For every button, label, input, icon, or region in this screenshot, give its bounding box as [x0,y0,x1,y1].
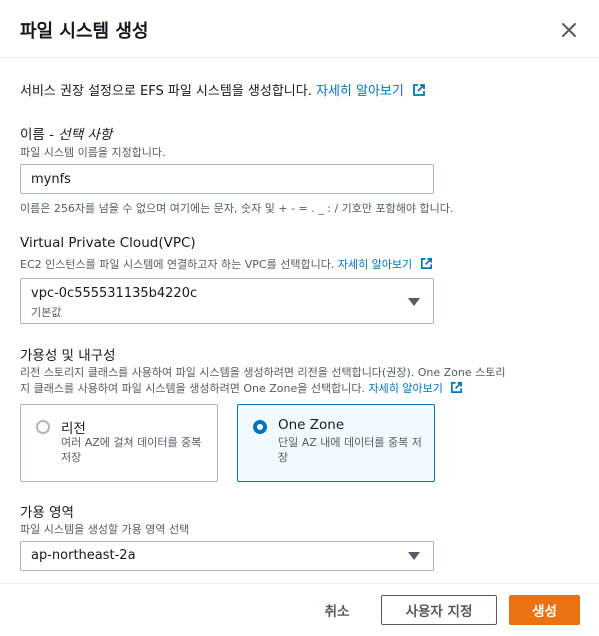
tile-one-zone-description: 단일 AZ 내에 데이터를 중복 저장 [278,436,422,464]
az-description: 파일 시스템을 생성할 가용 영역 선택 [20,523,190,536]
radio-regional[interactable] [36,420,50,434]
tile-one-zone-label: One Zone [278,417,345,433]
external-link-icon[interactable] [450,381,463,397]
vpc-description: EC2 인스턴스를 파일 시스템에 연결하고자 하는 VPC를 선택합니다. 자… [20,256,433,273]
name-label: 이름 - 선택 사항 [20,127,113,143]
tile-regional-description: 여러 AZ에 걸쳐 데이터를 중복 저장 [61,436,202,464]
caret-down-icon [408,298,420,306]
name-description: 파일 시스템 이름을 지정합니다. [20,146,166,159]
intro-learn-more-link[interactable]: 자세히 알아보기 [316,84,404,99]
vpc-selected-sub: 기본값 [31,306,62,319]
filesystem-name-input[interactable] [20,164,434,194]
intro-text: 서비스 권장 설정으로 EFS 파일 시스템을 생성합니다. 자세히 알아보기 [20,80,426,101]
dialog-title: 파일 시스템 생성 [20,21,149,42]
tile-regional-label: 리전 [61,421,86,437]
create-button[interactable]: 생성 [509,595,580,625]
cancel-button[interactable]: 취소 [312,595,362,625]
dialog-header: 파일 시스템 생성 [0,0,599,58]
customize-button[interactable]: 사용자 지정 [381,595,497,625]
tile-regional[interactable]: 리전 여러 AZ에 걸쳐 데이터를 중복 저장 [20,404,218,482]
close-icon[interactable] [557,18,581,42]
availability-learn-more-link[interactable]: 자세히 알아보기 [369,382,443,395]
radio-one-zone[interactable] [253,420,267,434]
dialog-footer: 취소 사용자 지정 생성 [0,583,599,636]
external-link-icon[interactable] [420,257,433,273]
az-label: 가용 영역 [20,505,74,521]
tile-one-zone[interactable]: One Zone 단일 AZ 내에 데이터를 중복 저장 [237,404,435,482]
az-select[interactable]: ap-northeast-2a [20,541,434,571]
caret-down-icon [408,552,420,560]
vpc-label: Virtual Private Cloud(VPC) [20,235,196,251]
external-link-icon[interactable] [412,83,426,101]
vpc-learn-more-link[interactable]: 자세히 알아보기 [338,258,412,271]
availability-description-line1: 리전 스토리지 클래스를 사용하여 파일 시스템을 생성하려면 리전을 선택합니… [20,366,506,379]
availability-label: 가용성 및 내구성 [20,348,116,364]
vpc-selected-value: vpc-0c555531135b4220c [31,286,198,301]
availability-description-line2: 지 클래스를 사용하여 파일 시스템을 생성하려면 One Zone을 선택합니… [20,380,463,397]
vpc-select[interactable]: vpc-0c555531135b4220c 기본값 [20,278,434,324]
name-constraint-text: 이름은 256자를 넘을 수 없으며 여기에는 문자, 숫자 및 + - = .… [20,202,454,215]
az-selected-value: ap-northeast-2a [31,548,136,563]
